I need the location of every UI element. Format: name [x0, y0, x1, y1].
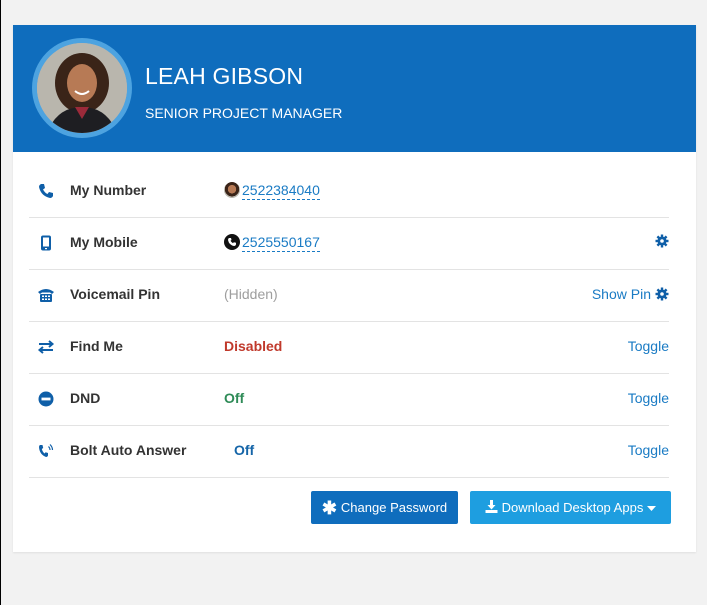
dnd-toggle[interactable]: Toggle	[628, 390, 669, 406]
minus-circle-icon	[37, 390, 55, 408]
find-me-toggle[interactable]: Toggle	[628, 338, 669, 354]
my-number-link[interactable]: 2522384040	[224, 182, 320, 200]
row-voicemail-pin: Voicemail Pin (Hidden) Show Pin	[29, 269, 669, 322]
row-dnd: DND Off Toggle	[29, 373, 669, 426]
change-password-label: Change Password	[340, 500, 448, 515]
row-label: DND	[70, 390, 101, 406]
arrows-exchange-icon	[37, 338, 55, 356]
bolt-auto-answer-value: Off	[234, 442, 255, 458]
phone-circle-icon	[224, 234, 240, 250]
gear-icon[interactable]	[655, 287, 669, 301]
asterisk-icon: ✱	[321, 497, 337, 518]
profile-header: LEAH GIBSON SENIOR PROJECT MANAGER	[13, 25, 696, 152]
phone-icon	[37, 182, 55, 200]
my-mobile-link[interactable]: 2525550167	[224, 234, 320, 252]
avatar-photo	[37, 43, 127, 133]
row-my-mobile: My Mobile 2525550167	[29, 217, 669, 270]
show-pin-label[interactable]: Show Pin	[592, 286, 651, 302]
show-pin-button[interactable]: Show Pin	[592, 286, 669, 302]
gear-icon[interactable]	[655, 234, 669, 248]
row-label: My Number	[70, 182, 147, 198]
row-label: Voicemail Pin	[70, 286, 160, 302]
download-icon	[485, 499, 498, 516]
voicemail-icon	[37, 286, 55, 304]
row-my-number: My Number 2522384040	[29, 165, 669, 218]
download-desktop-apps-label: Download Desktop Apps	[501, 500, 644, 515]
row-bolt-auto-answer: Bolt Auto Answer Off Toggle	[29, 425, 669, 478]
caret-down-icon	[647, 500, 657, 515]
change-password-button[interactable]: ✱ Change Password	[311, 491, 458, 524]
row-label: Find Me	[70, 338, 123, 354]
download-desktop-apps-button[interactable]: Download Desktop Apps	[470, 491, 671, 524]
avatar	[32, 38, 132, 138]
phone-volume-icon	[37, 442, 55, 460]
dnd-value: Off	[224, 390, 245, 406]
row-find-me: Find Me Disabled Toggle	[29, 321, 669, 374]
my-mobile-value[interactable]: 2525550167	[242, 234, 320, 252]
row-label: My Mobile	[70, 234, 138, 250]
mobile-icon	[37, 234, 55, 252]
my-number-value[interactable]: 2522384040	[242, 182, 320, 200]
profile-card: LEAH GIBSON SENIOR PROJECT MANAGER My Nu…	[13, 25, 696, 552]
profile-name: LEAH GIBSON	[145, 63, 304, 89]
bolt-auto-answer-toggle[interactable]: Toggle	[628, 442, 669, 458]
find-me-value: Disabled	[224, 338, 283, 354]
avatar-mini-icon	[224, 182, 240, 198]
profile-title: SENIOR PROJECT MANAGER	[145, 105, 343, 121]
row-label: Bolt Auto Answer	[70, 442, 187, 458]
voicemail-pin-value: (Hidden)	[224, 286, 278, 302]
mobile-settings-button[interactable]	[655, 234, 669, 248]
